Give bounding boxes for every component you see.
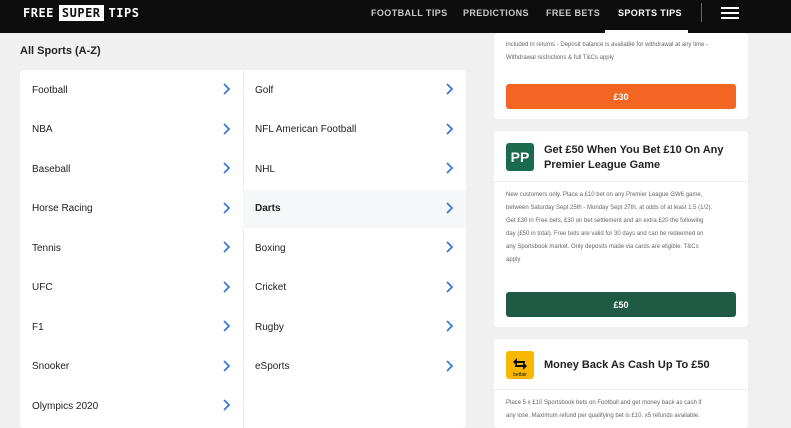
terms-line: apply [506, 257, 521, 263]
chevron-right-icon [445, 83, 454, 95]
sport-item-horse-racing[interactable]: Horse Racing [20, 190, 243, 228]
hamburger-menu-icon[interactable] [721, 7, 739, 19]
sport-item-f1[interactable]: F1 [20, 308, 243, 346]
sport-item-label: Rugby [255, 321, 284, 333]
chevron-right-icon [445, 201, 454, 214]
sport-item-label: Olympics 2020 [32, 400, 99, 412]
sport-item-label: Baseball [32, 163, 71, 175]
chevron-right-icon [222, 320, 231, 332]
sport-item-label: Darts [255, 203, 281, 214]
offer-2-title[interactable]: Get £50 When You Bet £10 On Any Premier … [544, 143, 739, 173]
chevron-right-icon [222, 83, 231, 95]
sport-item-label: eSports [255, 361, 290, 372]
terms-line: any lose. Maximum refund per qualifying … [506, 413, 700, 419]
sport-item-label: Football [32, 84, 68, 96]
sport-item-label: Boxing [255, 242, 286, 254]
nav-predictions[interactable]: PREDICTIONS [463, 8, 529, 18]
terms-line: New customers only. Place a £10 bet on a… [506, 192, 703, 198]
chevron-right-icon [222, 359, 231, 372]
chevron-right-icon [445, 122, 454, 135]
terms-line: Get £30 in Free bets, £30 on bet settlem… [506, 218, 704, 224]
top-navigation-bar: FREE SUPER TIPS FOOTBALL TIPS PREDICTION… [0, 0, 791, 33]
offer-3-terms: Place 5 x £10 Sportsbook bets on Footbal… [506, 397, 742, 423]
sport-item-cricket[interactable]: Cricket [243, 269, 466, 307]
sport-item-label: Horse Racing [32, 203, 93, 214]
brand-wordmark: betfair [513, 372, 527, 378]
nav-football-tips[interactable]: FOOTBALL TIPS [371, 8, 448, 18]
brand-letters: PP [511, 149, 530, 165]
chevron-right-icon [445, 162, 454, 174]
chevron-right-icon [222, 241, 231, 253]
sport-item-nfl-american-football[interactable]: NFL American Football [243, 111, 466, 149]
sport-item-nba[interactable]: NBA [20, 111, 243, 149]
offer-card-betfair: betfair Money Back As Cash Up To £50 Pla… [494, 339, 748, 428]
sport-item-ufc[interactable]: UFC [20, 269, 243, 307]
sport-item-label: NHL [255, 163, 276, 175]
sport-item-esports[interactable]: eSports [243, 348, 466, 386]
sport-item-baseball[interactable]: Baseball [20, 150, 243, 188]
offer-2-terms: New customers only. Place a £10 bet on a… [506, 189, 742, 267]
sport-item-rugby[interactable]: Rugby [243, 308, 466, 346]
sport-item-football[interactable]: Football [20, 71, 243, 109]
chevron-right-icon [445, 320, 454, 332]
offer-3-title[interactable]: Money Back As Cash Up To £50 [544, 358, 739, 373]
terms-line: between Saturday Sept 25th - Monday Sept… [506, 205, 713, 211]
logo-word-3: TIPS [108, 6, 140, 20]
paddy-power-logo-icon: PP [506, 143, 534, 171]
logo-word-2: SUPER [58, 5, 104, 21]
sport-item-label: Tennis [32, 242, 61, 254]
betfair-logo-icon: betfair [506, 351, 534, 379]
sport-item-tennis[interactable]: Tennis [20, 229, 243, 267]
sport-item-label: F1 [32, 321, 44, 333]
nav-sports-tips[interactable]: SPORTS TIPS [618, 8, 682, 18]
claim-30-button[interactable]: £30 [506, 84, 736, 109]
logo-word-1: FREE [23, 6, 54, 20]
chevron-right-icon [445, 280, 454, 293]
sports-section-title: All Sports (A-Z) [20, 45, 101, 57]
sport-item-golf[interactable]: Golf [243, 71, 466, 109]
terms-line: included in returns - Deposit balance is… [506, 42, 709, 48]
sport-item-label: Snooker [32, 361, 70, 372]
sport-item-label: NFL American Football [255, 124, 357, 135]
sport-item-olympics-2020[interactable]: Olympics 2020 [20, 387, 243, 425]
chevron-right-icon [222, 399, 231, 411]
sport-item-nhl[interactable]: NHL [243, 150, 466, 188]
chevron-right-icon [222, 162, 231, 174]
chevron-right-icon [222, 122, 231, 135]
site-logo[interactable]: FREE SUPER TIPS [20, 4, 142, 22]
chevron-right-icon [445, 359, 454, 372]
terms-line: any Sportsbook market. Only deposits mad… [506, 244, 699, 250]
offer-1-terms: included in returns - Deposit balance is… [506, 39, 742, 65]
sport-item-boxing[interactable]: Boxing [243, 229, 466, 267]
sport-item-label: UFC [32, 282, 53, 293]
sport-item-snooker[interactable]: Snooker [20, 348, 243, 386]
nav-free-bets[interactable]: FREE BETS [546, 8, 600, 18]
offer-card-1: included in returns - Deposit balance is… [494, 33, 748, 119]
chevron-right-icon [222, 280, 231, 293]
sport-item-label: Cricket [255, 282, 287, 293]
sport-item-label: Golf [255, 84, 274, 96]
chevron-right-icon [445, 241, 454, 253]
nav-divider [701, 3, 702, 22]
sport-item-darts[interactable]: Darts [243, 189, 466, 228]
claim-50-button[interactable]: £50 [506, 292, 736, 317]
chevron-right-icon [222, 201, 231, 214]
offer-card-paddy-power: PP Get £50 When You Bet £10 On Any Premi… [494, 131, 748, 327]
terms-line: Withdrawal restrictions & full T&Cs appl… [506, 55, 614, 61]
card-divider [494, 389, 748, 390]
sport-item-label: NBA [32, 124, 53, 135]
terms-line: day (£50 in total). Free bets are valid … [506, 231, 704, 237]
terms-line: Place 5 x £10 Sportsbook bets on Footbal… [506, 400, 702, 406]
card-divider [494, 181, 748, 182]
